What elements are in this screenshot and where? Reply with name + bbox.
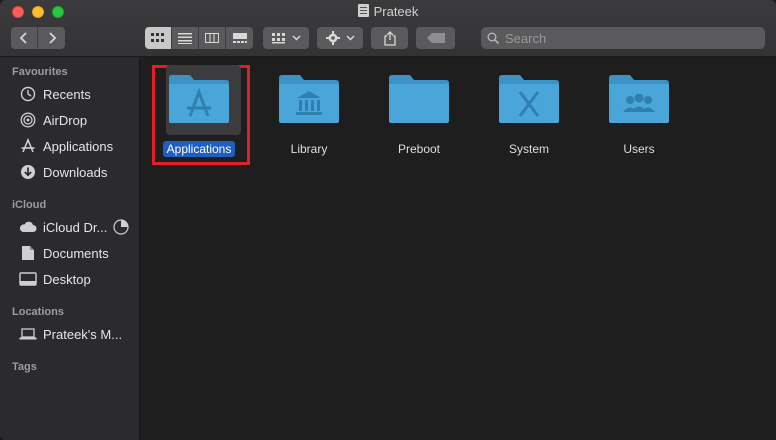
window-title-text: Prateek <box>373 4 419 19</box>
gear-icon <box>325 31 340 45</box>
laptop-icon <box>18 325 38 343</box>
column-view-button[interactable] <box>199 27 226 49</box>
applications-folder-icon <box>169 75 229 123</box>
chevron-right-icon <box>48 32 56 44</box>
sidebar: Favourites Recents AirDrop Applications … <box>0 57 140 440</box>
folder-item-preboot[interactable]: Preboot <box>364 65 474 165</box>
search-field[interactable] <box>481 27 765 49</box>
airdrop-icon <box>18 111 38 129</box>
folder-label: Library <box>290 142 328 156</box>
action-button[interactable] <box>317 27 363 49</box>
list-view-button[interactable] <box>172 27 199 49</box>
gallery-view-button[interactable] <box>226 27 253 49</box>
library-folder-icon <box>279 75 339 123</box>
search-icon <box>487 32 499 44</box>
sidebar-item-label: Downloads <box>43 164 108 180</box>
sidebar-header-icloud: iCloud <box>12 199 47 211</box>
group-by-button[interactable] <box>263 27 309 49</box>
sidebar-item-applications[interactable]: Applications <box>18 135 136 157</box>
folder-label: System <box>508 142 549 156</box>
folder-label: Users <box>623 142 655 156</box>
list-icon <box>178 33 192 44</box>
edit-tags-button[interactable] <box>416 27 455 49</box>
columns-icon <box>205 33 219 43</box>
sidebar-header-favourites: Favourites <box>12 66 68 78</box>
chevron-down-icon <box>345 35 355 41</box>
search-input[interactable] <box>505 30 745 46</box>
share-icon <box>383 30 396 46</box>
folder-item-system[interactable]: System <box>474 65 584 165</box>
sidebar-item-label: Applications <box>43 138 114 154</box>
sidebar-item-label: Prateek's M... <box>43 326 123 342</box>
gallery-icon <box>232 33 247 43</box>
icon-view-button[interactable] <box>145 27 172 49</box>
folder-item-library[interactable]: Library <box>254 65 364 165</box>
forward-button[interactable] <box>38 27 65 49</box>
share-button[interactable] <box>371 27 408 49</box>
toolbar: Prateek <box>0 0 776 57</box>
grid-icon <box>151 33 164 42</box>
sidebar-item-documents[interactable]: Documents <box>18 242 136 264</box>
applications-icon <box>18 137 38 155</box>
sidebar-item-label: Desktop <box>43 271 91 287</box>
sidebar-item-airdrop[interactable]: AirDrop <box>18 109 136 131</box>
group-grid-icon <box>271 33 285 44</box>
folder-label: Applications <box>144 141 254 157</box>
download-icon <box>18 163 38 181</box>
nav-buttons <box>11 27 65 49</box>
folder-label: Preboot <box>397 142 441 156</box>
sidebar-item-label: Recents <box>43 86 91 102</box>
folder-item-applications[interactable]: Applications <box>144 65 254 165</box>
folder-icon <box>389 75 449 123</box>
desktop-icon <box>18 270 38 288</box>
sidebar-header-tags: Tags <box>12 361 37 373</box>
sidebar-item-macbook[interactable]: Prateek's M... <box>18 323 136 345</box>
sync-progress-icon <box>113 219 129 235</box>
sidebar-item-icloud-drive[interactable]: iCloud Dr... <box>18 216 136 238</box>
chevron-down-icon <box>291 35 301 41</box>
folder-item-users[interactable]: Users <box>584 65 694 165</box>
system-folder-icon <box>499 75 559 123</box>
home-folder-icon <box>357 4 369 17</box>
cloud-icon <box>18 218 38 236</box>
sidebar-item-desktop[interactable]: Desktop <box>18 268 136 290</box>
back-button[interactable] <box>11 27 38 49</box>
users-folder-icon <box>609 75 669 123</box>
sidebar-header-locations: Locations <box>12 306 64 318</box>
sidebar-item-recents[interactable]: Recents <box>18 83 136 105</box>
finder-window: Prateek Search Favourites Recents AirDro… <box>0 0 776 440</box>
sidebar-item-label: Documents <box>43 245 109 261</box>
chevron-left-icon <box>19 32 27 44</box>
file-browser: Applications Library Preboot System User… <box>141 57 776 440</box>
sidebar-item-downloads[interactable]: Downloads <box>18 161 136 183</box>
sidebar-item-label: iCloud Dr... <box>43 219 108 235</box>
view-mode-control <box>145 27 253 49</box>
tag-icon <box>426 33 445 43</box>
window-title: Prateek <box>0 4 776 19</box>
document-icon <box>18 244 38 262</box>
clock-icon <box>18 85 38 103</box>
sidebar-item-label: AirDrop <box>43 112 88 128</box>
